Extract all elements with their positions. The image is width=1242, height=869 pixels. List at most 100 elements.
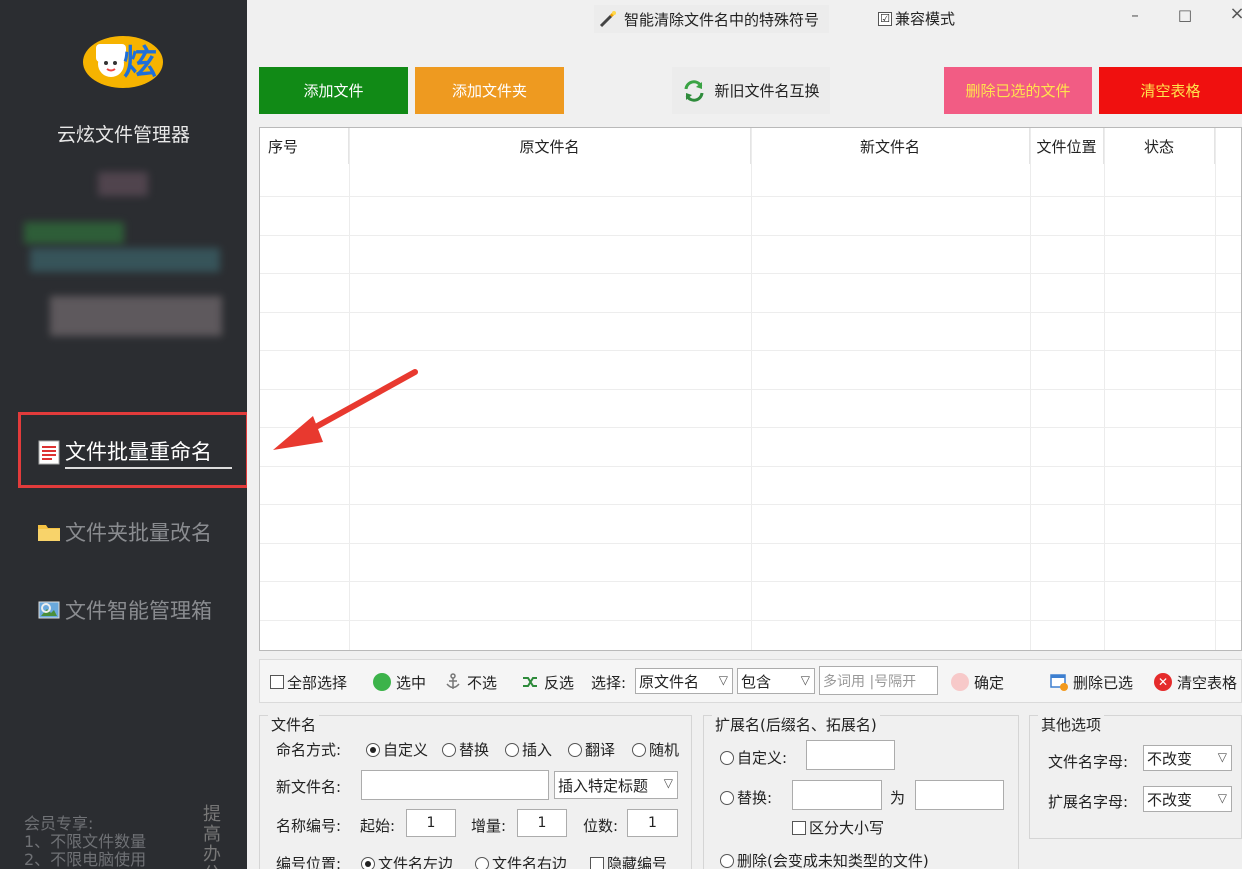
position-radio-right[interactable]: 文件名右边	[475, 853, 567, 869]
row-divider	[260, 543, 1241, 544]
check-circle-icon	[373, 673, 391, 691]
chevron-down-icon: ▽	[663, 776, 673, 790]
nav-item-smart-manager[interactable]: 文件智能管理箱	[36, 590, 212, 630]
field-select[interactable]: 原文件名 ▽	[635, 668, 733, 694]
case-sensitive-checkbox[interactable]: 区分大小写	[792, 817, 884, 838]
extension-panel: 扩展名(后缀名、拓展名) 自定义: 替换: 为 区分大小写 删除(会变成未知类型…	[703, 714, 1019, 869]
filename-case-select[interactable]: 不改变 ▽	[1143, 745, 1232, 771]
member-line: 2、不限电脑使用	[24, 850, 147, 869]
title-bar: 智能清除文件名中的特殊符号 ☑ 兼容模式 – □ ×	[247, 0, 1242, 50]
delete-selected-button[interactable]: 删除已选	[1050, 669, 1133, 695]
maximize-button[interactable]: □	[1173, 6, 1197, 24]
invert-label: 反选	[544, 673, 575, 692]
row-divider	[260, 273, 1241, 274]
match-select-value: 包含	[741, 672, 772, 691]
method-radio-insert[interactable]: 插入	[505, 739, 552, 760]
member-line: 会员专享:	[24, 814, 94, 833]
shuffle-icon	[523, 677, 537, 687]
position-radio-left[interactable]: 文件名左边	[361, 853, 453, 869]
member-side-text: 提高办公	[203, 804, 221, 869]
blurred-info	[24, 222, 124, 244]
position-label: 编号位置:	[276, 855, 342, 869]
column-header-index[interactable]: 序号	[260, 128, 349, 164]
keyword-input[interactable]: 多词用 |号隔开	[819, 666, 938, 695]
radio-icon	[505, 743, 519, 757]
row-divider	[260, 581, 1241, 582]
start-input[interactable]: 1	[406, 809, 456, 837]
delete-selected-label: 删除已选	[1073, 673, 1134, 692]
hide-number-checkbox[interactable]: 隐藏编号	[590, 853, 667, 869]
method-radio-replace[interactable]: 替换	[442, 739, 489, 760]
naming-method-label: 命名方式:	[276, 741, 342, 759]
close-button[interactable]: ×	[1225, 3, 1242, 24]
filename-panel: 文件名 命名方式: 自定义 替换 插入 翻译 随机 新文件名: 插入特定标题 ▽…	[259, 714, 692, 869]
smart-clean-button[interactable]: 智能清除文件名中的特殊符号	[594, 5, 830, 33]
step-input[interactable]: 1	[517, 809, 567, 837]
column-header-location[interactable]: 文件位置	[1030, 128, 1104, 164]
column-header-original-name[interactable]: 原文件名	[349, 128, 751, 164]
method-radio-custom[interactable]: 自定义	[366, 739, 428, 760]
select-label: 选择:	[591, 673, 627, 692]
ext-custom-input[interactable]	[806, 740, 895, 770]
close-circle-icon: ✕	[1154, 673, 1172, 691]
method-radio-translate[interactable]: 翻译	[568, 739, 615, 760]
row-divider	[260, 620, 1241, 621]
ext-radio-delete[interactable]: 删除(会变成未知类型的文件)	[720, 850, 929, 869]
nav-item-batch-rename[interactable]: 文件批量重命名	[36, 432, 232, 472]
confirm-button[interactable]: 确定	[951, 669, 1004, 695]
logo-text: 炫	[123, 43, 157, 83]
ext-radio-custom[interactable]: 自定义:	[720, 747, 787, 768]
step-label: 增量:	[471, 817, 507, 835]
minimize-button[interactable]: –	[1123, 6, 1147, 24]
new-name-input[interactable]	[361, 770, 549, 800]
checkbox-checked-icon: ☑	[878, 11, 892, 26]
clear-table-small-button[interactable]: ✕ 清空表格	[1154, 669, 1237, 695]
swap-names-label: 新旧文件名互换	[714, 82, 820, 100]
blurred-info	[30, 248, 220, 272]
swap-arrows-icon	[684, 79, 704, 102]
radio-icon	[720, 751, 734, 765]
new-name-label: 新文件名:	[276, 778, 342, 796]
column-header-new-name[interactable]: 新文件名	[751, 128, 1030, 164]
compat-mode-label: 兼容模式	[895, 10, 956, 28]
ext-case-select[interactable]: 不改变 ▽	[1143, 786, 1232, 812]
clear-table-label: 清空表格	[1177, 673, 1238, 692]
lotus-icon	[951, 673, 969, 691]
radio-icon	[632, 743, 646, 757]
other-options-panel: 其他选项 文件名字母: 不改变 ▽ 扩展名字母: 不改变 ▽	[1029, 714, 1242, 839]
radio-label: 翻译	[585, 741, 616, 759]
ext-replace-from-input[interactable]	[792, 780, 882, 810]
method-radio-random[interactable]: 随机	[632, 739, 679, 760]
check-button[interactable]: 选中	[373, 669, 426, 695]
digits-input[interactable]: 1	[627, 809, 678, 837]
add-file-button[interactable]: 添加文件	[259, 67, 408, 114]
ext-replace-to-input[interactable]	[915, 780, 1004, 810]
field-select-value: 原文件名	[639, 672, 700, 691]
clear-table-button[interactable]: 清空表格	[1099, 67, 1242, 114]
radio-icon	[442, 743, 456, 757]
filename-case-label: 文件名字母:	[1048, 753, 1129, 771]
compat-mode-checkbox[interactable]: ☑ 兼容模式	[878, 8, 955, 29]
sidebar: 炫 云炫文件管理器 文件批量重命名 文件夹批量改名 文件智能管理箱 会员专享:	[0, 0, 247, 869]
nav-item-label: 文件批量重命名	[65, 436, 232, 469]
match-select[interactable]: 包含 ▽	[737, 668, 815, 694]
select-all-label: 全部选择	[287, 673, 348, 692]
app-title: 云炫文件管理器	[56, 124, 190, 146]
insert-title-select[interactable]: 插入特定标题 ▽	[554, 771, 678, 799]
add-folder-button[interactable]: 添加文件夹	[415, 67, 564, 114]
select-all-checkbox[interactable]: 全部选择	[270, 669, 347, 695]
annotation-arrow-icon	[273, 369, 418, 450]
member-info: 会员专享: 1、不限文件数量 2、不限电脑使用	[24, 815, 146, 869]
row-divider	[260, 235, 1241, 236]
checkbox-icon	[792, 821, 806, 835]
chevron-down-icon: ▽	[1217, 791, 1227, 805]
uncheck-button[interactable]: 不选	[444, 669, 497, 695]
nav-item-folder-rename[interactable]: 文件夹批量改名	[36, 512, 212, 552]
nav-item-label: 文件夹批量改名	[65, 521, 212, 545]
swap-names-button[interactable]: 新旧文件名互换	[672, 67, 830, 114]
delete-selected-files-button[interactable]: 删除已选的文件	[944, 67, 1092, 114]
radio-label: 删除(会变成未知类型的文件)	[737, 852, 929, 869]
ext-radio-replace[interactable]: 替换:	[720, 787, 772, 808]
column-header-status[interactable]: 状态	[1104, 128, 1215, 164]
invert-button[interactable]: 反选	[521, 669, 574, 695]
